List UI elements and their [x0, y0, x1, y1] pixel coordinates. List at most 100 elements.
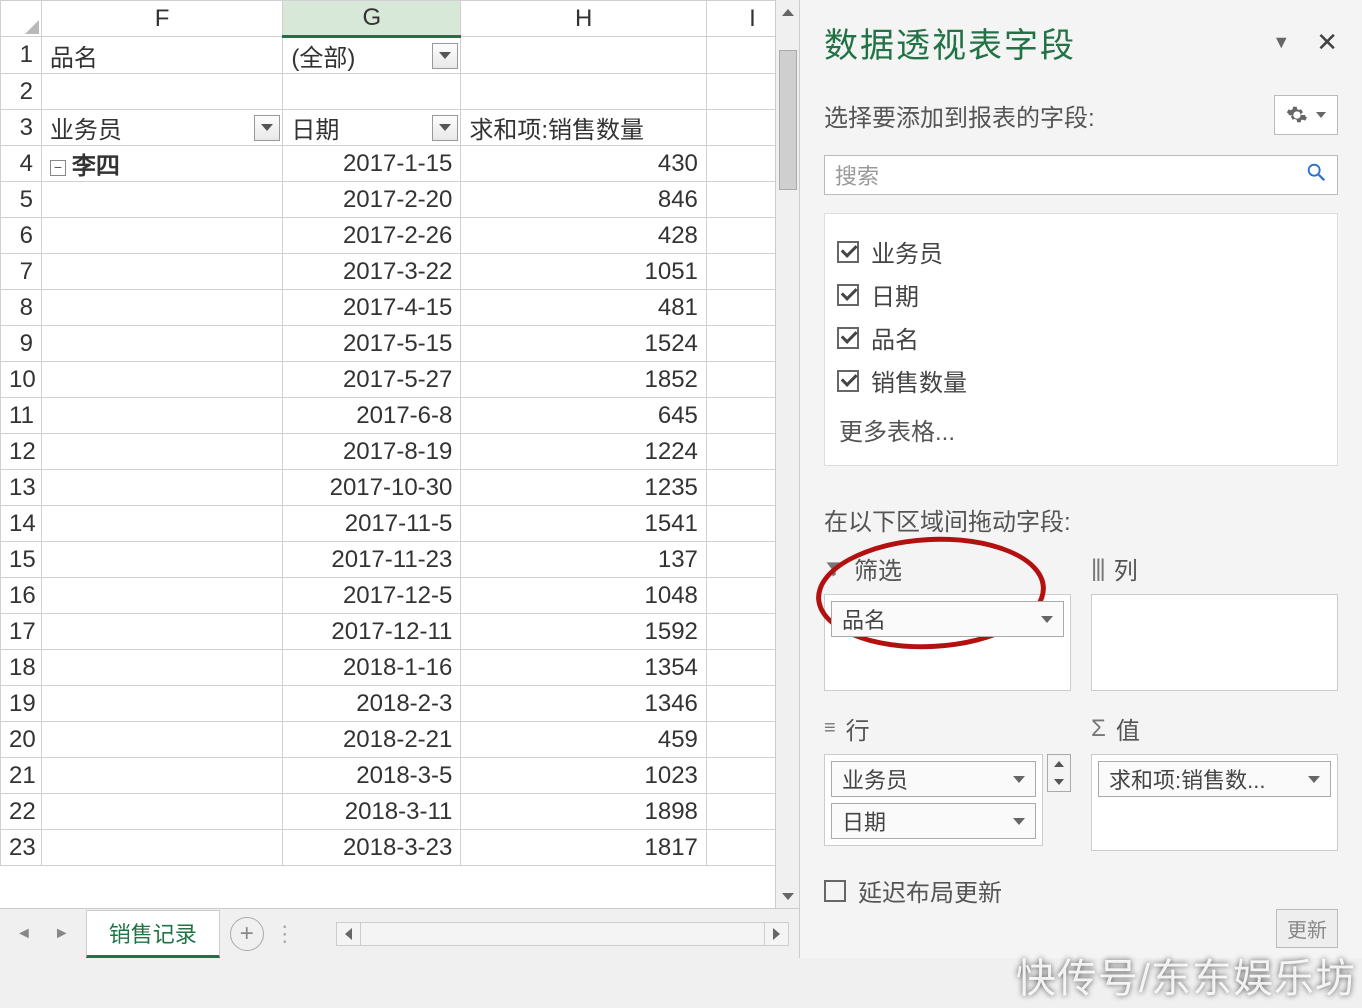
- cell-value[interactable]: 1541: [461, 506, 707, 542]
- cell-value[interactable]: 1852: [461, 362, 707, 398]
- cell[interactable]: [461, 74, 707, 110]
- cell-value[interactable]: 1023: [461, 758, 707, 794]
- cell-date[interactable]: 2017-11-23: [283, 542, 461, 578]
- cell-date[interactable]: 2017-5-27: [283, 362, 461, 398]
- cell-rowlabel[interactable]: [41, 290, 282, 326]
- spinner-up-icon[interactable]: [1048, 755, 1070, 773]
- cell-date[interactable]: 2018-2-21: [283, 722, 461, 758]
- row-header[interactable]: 22: [1, 794, 42, 830]
- cell-date[interactable]: 2017-12-11: [283, 614, 461, 650]
- row-header[interactable]: 16: [1, 578, 42, 614]
- cell-value[interactable]: 846: [461, 182, 707, 218]
- cell-rowlabel[interactable]: [41, 254, 282, 290]
- row-header[interactable]: 23: [1, 830, 42, 866]
- cell-rowlabel[interactable]: [41, 434, 282, 470]
- more-tables-link[interactable]: 更多表格...: [837, 402, 1325, 449]
- row-header[interactable]: 8: [1, 290, 42, 326]
- cell-rowlabel[interactable]: [41, 686, 282, 722]
- row-header[interactable]: 10: [1, 362, 42, 398]
- rows-chip[interactable]: 日期: [831, 803, 1036, 839]
- pivot-values-header[interactable]: 求和项:销售数量: [461, 110, 707, 146]
- sheet-tab-active[interactable]: 销售记录: [86, 910, 220, 958]
- cell-date[interactable]: 2017-2-20: [283, 182, 461, 218]
- row-header[interactable]: 14: [1, 506, 42, 542]
- grid[interactable]: F G H I 1 品名 (全部): [0, 0, 799, 908]
- cell[interactable]: [283, 74, 461, 110]
- scroll-thumb[interactable]: [779, 50, 797, 190]
- cell-rowlabel[interactable]: [41, 650, 282, 686]
- cell-date[interactable]: 2018-1-16: [283, 650, 461, 686]
- pivot-cols-header[interactable]: 日期: [283, 110, 461, 146]
- panel-close-icon[interactable]: ✕: [1316, 27, 1338, 58]
- cell-rowlabel[interactable]: [41, 542, 282, 578]
- cell-value[interactable]: 428: [461, 218, 707, 254]
- cell-value[interactable]: 1592: [461, 614, 707, 650]
- defer-checkbox[interactable]: [824, 880, 846, 902]
- row-header[interactable]: 9: [1, 326, 42, 362]
- cell-date[interactable]: 2017-6-8: [283, 398, 461, 434]
- cell-value[interactable]: 1354: [461, 650, 707, 686]
- add-sheet-button[interactable]: +: [230, 917, 264, 951]
- scroll-down-icon[interactable]: [776, 884, 799, 908]
- tab-nav-prev-icon[interactable]: ◄: [10, 925, 38, 943]
- cell-rowlabel[interactable]: [41, 830, 282, 866]
- cell-value[interactable]: 459: [461, 722, 707, 758]
- cell-date[interactable]: 2018-3-11: [283, 794, 461, 830]
- field-item[interactable]: 日期: [837, 273, 1325, 316]
- filter-value-cell[interactable]: (全部): [283, 37, 461, 74]
- cell-value[interactable]: 481: [461, 290, 707, 326]
- cell-date[interactable]: 2018-3-23: [283, 830, 461, 866]
- cell-value[interactable]: 1235: [461, 470, 707, 506]
- area-values-dropzone[interactable]: 求和项:销售数...: [1091, 754, 1338, 851]
- cols-field-dropdown[interactable]: [432, 115, 458, 141]
- field-checkbox[interactable]: [837, 284, 859, 306]
- cell-rowlabel[interactable]: [41, 218, 282, 254]
- filter-field-label[interactable]: 品名: [41, 37, 282, 74]
- cell-rowlabel[interactable]: [41, 578, 282, 614]
- cell-rowlabel[interactable]: [41, 398, 282, 434]
- cell-date[interactable]: 2017-10-30: [283, 470, 461, 506]
- hscroll-right-icon[interactable]: [764, 923, 788, 945]
- horizontal-scrollbar[interactable]: [336, 922, 789, 946]
- field-checkbox[interactable]: [837, 241, 859, 263]
- select-all-corner[interactable]: [1, 1, 42, 37]
- spinner-down-icon[interactable]: [1048, 773, 1070, 791]
- cell-rowlabel[interactable]: [41, 470, 282, 506]
- filter-chip[interactable]: 品名: [831, 601, 1064, 637]
- cell-rowlabel[interactable]: [41, 326, 282, 362]
- cell-value[interactable]: 1346: [461, 686, 707, 722]
- filter-dropdown-button[interactable]: [432, 43, 458, 69]
- row-header[interactable]: 6: [1, 218, 42, 254]
- cell-value[interactable]: 1524: [461, 326, 707, 362]
- cell-rowlabel[interactable]: [41, 794, 282, 830]
- cell-rowlabel[interactable]: [41, 362, 282, 398]
- row-header[interactable]: 2: [1, 74, 42, 110]
- cell-value[interactable]: 1817: [461, 830, 707, 866]
- row-header[interactable]: 7: [1, 254, 42, 290]
- row-header[interactable]: 20: [1, 722, 42, 758]
- cell-rowlabel[interactable]: [41, 614, 282, 650]
- cell-value[interactable]: 1898: [461, 794, 707, 830]
- row-header[interactable]: 18: [1, 650, 42, 686]
- cell[interactable]: [41, 74, 282, 110]
- panel-options-dropdown-icon[interactable]: ▼: [1272, 32, 1290, 53]
- row-header[interactable]: 11: [1, 398, 42, 434]
- rows-chip[interactable]: 业务员: [831, 761, 1036, 797]
- search-input[interactable]: 搜索: [824, 155, 1338, 195]
- cell-rowlabel[interactable]: [41, 506, 282, 542]
- area-rows-dropzone[interactable]: 业务员日期: [824, 754, 1043, 846]
- row-header[interactable]: 1: [1, 37, 42, 74]
- cell-value[interactable]: 1224: [461, 434, 707, 470]
- cell-value[interactable]: 137: [461, 542, 707, 578]
- cell-date[interactable]: 2017-1-15: [283, 146, 461, 182]
- field-item[interactable]: 销售数量: [837, 359, 1325, 402]
- values-chip[interactable]: 求和项:销售数...: [1098, 761, 1331, 797]
- cell-value[interactable]: 430: [461, 146, 707, 182]
- field-item[interactable]: 品名: [837, 316, 1325, 359]
- row-header[interactable]: 5: [1, 182, 42, 218]
- field-item[interactable]: 业务员: [837, 230, 1325, 273]
- row-header[interactable]: 4: [1, 146, 42, 182]
- cell-date[interactable]: 2017-11-5: [283, 506, 461, 542]
- row-header[interactable]: 3: [1, 110, 42, 146]
- cell-date[interactable]: 2017-2-26: [283, 218, 461, 254]
